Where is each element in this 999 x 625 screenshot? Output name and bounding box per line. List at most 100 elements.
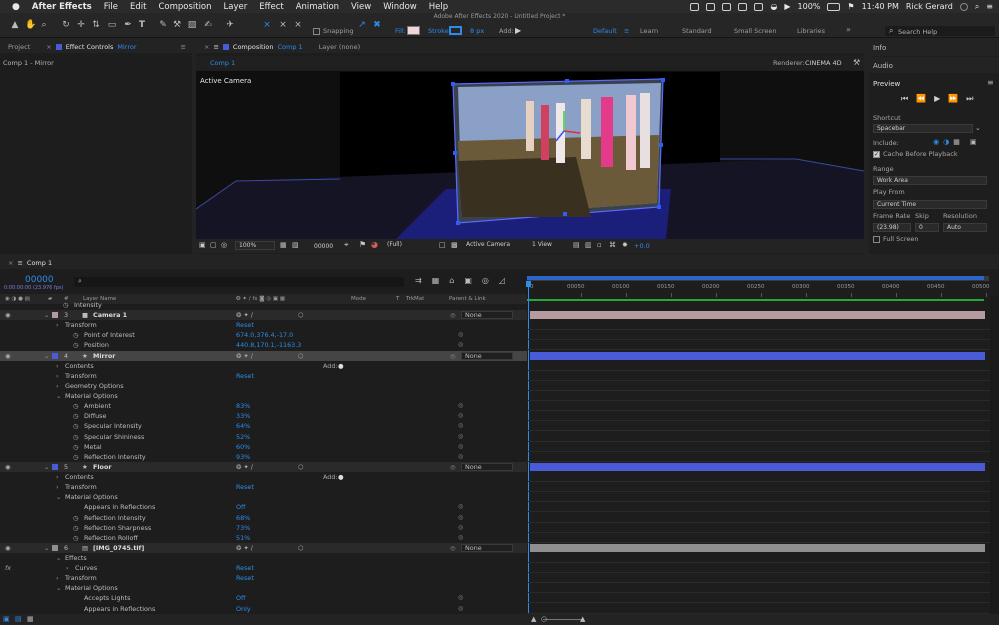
play-from-dropdown[interactable]: Current Time xyxy=(873,200,987,209)
time-ruler[interactable]: 0 00050 00100 00150 00200 00250 00300 00350 004… xyxy=(527,276,999,304)
property-value[interactable]: Only xyxy=(236,604,251,614)
preview-toggle-icon[interactable]: ▣ xyxy=(199,241,206,249)
expression-pickwhip-icon[interactable]: ◎ xyxy=(458,401,463,411)
workspace-menu-icon[interactable]: ≡ xyxy=(624,27,629,35)
property-row[interactable]: Appears in Reflections Off ◎ xyxy=(0,502,527,512)
property-value[interactable]: 60% xyxy=(236,442,250,452)
workspace-default[interactable]: Default xyxy=(593,27,617,35)
renderer-value[interactable]: CINEMA 4D xyxy=(805,59,842,67)
shortcut-dropdown[interactable]: Spacebar xyxy=(873,124,973,133)
fx-icon[interactable]: fx xyxy=(5,563,11,573)
exposure-value[interactable]: +0.0 xyxy=(634,242,650,250)
twirl-icon[interactable]: ⌄ xyxy=(56,553,61,563)
timeline-icon[interactable]: ▫ xyxy=(597,241,602,249)
layer-track-bar[interactable] xyxy=(530,352,985,360)
twirl-icon[interactable]: ⌄ xyxy=(56,583,61,593)
parent-dropdown[interactable]: None xyxy=(461,463,513,471)
fast-draft-icon[interactable]: ▥ xyxy=(585,241,592,249)
3d-layer-icon[interactable]: ⬡ xyxy=(298,462,304,472)
property-row[interactable]: ◷ Reflection Sharpness 73% ◎ xyxy=(0,523,527,533)
fill-swatch[interactable] xyxy=(407,26,420,35)
next-frame-icon[interactable]: ⏩ xyxy=(948,94,958,104)
property-row[interactable]: › Contents Add: ● xyxy=(0,361,527,371)
status-icon[interactable] xyxy=(754,2,764,11)
range-dropdown[interactable]: Work Area xyxy=(873,176,987,185)
current-time[interactable]: 00000 xyxy=(314,243,333,250)
property-row[interactable]: ◷ Reflection Rolloff 51% ◎ xyxy=(0,533,527,543)
camera-dropdown[interactable]: Active Camera xyxy=(463,241,527,250)
tab-comp-timeline[interactable]: × ≡ Comp 1 xyxy=(0,259,60,267)
expression-pickwhip-icon[interactable]: ◎ xyxy=(458,432,463,442)
property-value[interactable]: Reset xyxy=(236,482,254,492)
frame-rate-dropdown[interactable]: (23.98) xyxy=(873,223,911,232)
layer-switches[interactable]: ❂ ✦ ∕ xyxy=(236,543,253,553)
view-axis-icon[interactable]: ⨯ xyxy=(293,20,303,30)
snap-icon[interactable]: ↗ xyxy=(357,20,367,30)
twirl-open-icon[interactable]: ⌄ xyxy=(44,351,49,361)
property-value[interactable]: 93% xyxy=(236,452,250,462)
group-name[interactable]: Curves xyxy=(75,563,97,573)
property-value[interactable]: Reset xyxy=(236,371,254,381)
property-row[interactable]: ⌄ Effects xyxy=(0,553,527,563)
stopwatch-icon[interactable]: ◷ xyxy=(73,432,79,442)
expression-pickwhip-icon[interactable]: ◎ xyxy=(458,604,463,614)
pick-whip-icon[interactable]: ◎ xyxy=(450,543,456,553)
property-value[interactable]: 674.0,376.4,-17.0 xyxy=(236,330,293,340)
menu-edit[interactable]: Edit xyxy=(130,2,146,12)
expression-pickwhip-icon[interactable]: ◎ xyxy=(458,452,463,462)
work-area-range[interactable] xyxy=(527,276,984,280)
hand-tool-icon[interactable]: ✋ xyxy=(25,20,36,30)
snapshot-icon[interactable]: ⌖ xyxy=(344,240,349,250)
brush-tool-icon[interactable]: ✎ xyxy=(158,20,168,30)
stopwatch-icon[interactable]: ◷ xyxy=(73,533,79,543)
menu-file[interactable]: File xyxy=(104,2,118,12)
property-row[interactable]: ◷ Intensity xyxy=(0,300,527,309)
visibility-eye-icon[interactable]: ◉ xyxy=(5,351,11,361)
layer-switches[interactable]: ❂ ✦ ∕ xyxy=(236,351,253,361)
comp-flowchart-icon[interactable]: ⇉ xyxy=(415,276,422,285)
wifi-icon[interactable]: ◒ xyxy=(770,2,777,11)
layer-name[interactable]: Mirror xyxy=(93,351,115,361)
shy-icon[interactable]: ⌂ xyxy=(449,276,454,285)
stopwatch-icon[interactable]: ◷ xyxy=(73,513,79,523)
group-name[interactable]: Transform xyxy=(65,371,97,381)
group-name[interactable]: Effects xyxy=(65,553,87,563)
property-row[interactable]: › Transform Reset xyxy=(0,573,527,583)
workspace-libraries[interactable]: Libraries xyxy=(797,27,825,35)
layer-name[interactable]: Floor xyxy=(93,462,112,472)
puppet-tool-icon[interactable]: ✈ xyxy=(225,20,235,30)
tab-effect-controls[interactable]: × Effect Controls Mirror xyxy=(38,43,144,51)
expression-pickwhip-icon[interactable]: ◎ xyxy=(458,513,463,523)
stopwatch-icon[interactable]: ◷ xyxy=(73,442,79,452)
property-row[interactable]: ◷ Diffuse 33% ◎ xyxy=(0,411,527,421)
expression-pickwhip-icon[interactable]: ◎ xyxy=(458,442,463,452)
status-icon[interactable] xyxy=(722,2,732,11)
user-name[interactable]: Rick Gerard xyxy=(906,2,953,11)
stroke-width[interactable]: 8 px xyxy=(470,27,484,35)
property-row[interactable]: ◷ Specular Intensity 64% ◎ xyxy=(0,421,527,431)
visibility-eye-icon[interactable]: ◉ xyxy=(5,543,11,553)
property-value[interactable]: Off xyxy=(236,502,245,512)
add-menu-icon[interactable]: ● xyxy=(338,361,344,371)
menu-composition[interactable]: Composition xyxy=(158,2,211,12)
volume-icon[interactable]: ▶ xyxy=(784,2,790,11)
cti-handle[interactable] xyxy=(526,281,531,287)
menu-window[interactable]: Window xyxy=(383,2,417,12)
comp-breadcrumb[interactable]: Comp 1 xyxy=(210,59,235,67)
property-row[interactable]: › Geometry Options xyxy=(0,381,527,391)
cache-checkbox[interactable]: ✓ xyxy=(873,151,880,158)
roi-icon[interactable]: □ xyxy=(439,241,446,249)
safe-margins-icon[interactable]: ▦ xyxy=(280,241,287,249)
property-value[interactable]: 73% xyxy=(236,523,250,533)
property-row[interactable]: › Transform Reset xyxy=(0,320,527,330)
mask-toggle-icon[interactable]: ▢ xyxy=(210,241,217,249)
add-menu-icon[interactable]: ▶ xyxy=(515,26,521,35)
property-row[interactable]: ⌄ Material Options xyxy=(0,391,527,401)
zoom-in-icon[interactable]: ▲ xyxy=(580,615,585,623)
expression-pickwhip-icon[interactable]: ◎ xyxy=(458,340,463,350)
expression-pickwhip-icon[interactable]: ◎ xyxy=(458,330,463,340)
workspace-learn[interactable]: Learn xyxy=(640,27,658,35)
twirl-icon[interactable]: › xyxy=(56,482,59,492)
composition-viewer[interactable]: Active Camera xyxy=(196,71,864,239)
twirl-icon[interactable]: › xyxy=(56,361,59,371)
